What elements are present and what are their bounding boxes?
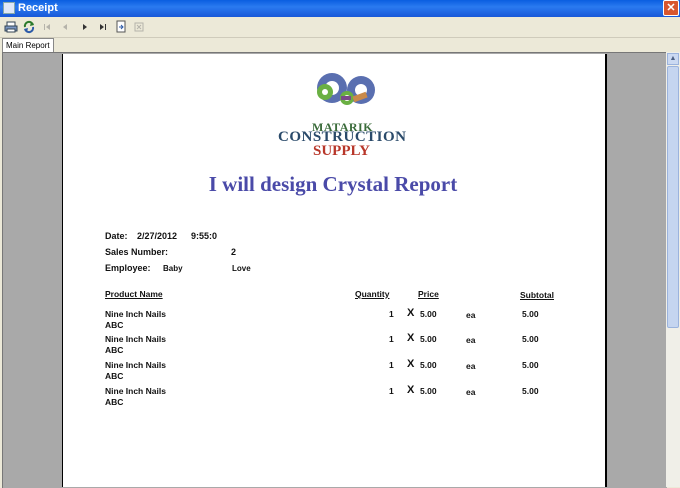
col-quantity: Quantity xyxy=(355,289,390,299)
times-sign: X xyxy=(407,307,415,319)
date-label: Date: xyxy=(105,231,128,241)
price: 5.00 xyxy=(420,360,437,370)
product-name: Nine Inch Nails xyxy=(105,309,166,319)
product-name: Nine Inch Nails xyxy=(105,386,166,396)
toolbar xyxy=(0,17,680,38)
next-page-icon[interactable] xyxy=(78,20,92,34)
quantity: 1 xyxy=(389,309,394,319)
previous-page-icon[interactable] xyxy=(58,20,72,34)
last-page-icon[interactable] xyxy=(96,20,110,34)
subtotal: 5.00 xyxy=(522,386,539,396)
goto-page-icon[interactable] xyxy=(114,20,128,34)
close-button[interactable]: ✕ xyxy=(663,0,679,16)
unit: ea xyxy=(466,387,476,397)
unit: ea xyxy=(466,361,476,371)
date-value: 2/27/2012 xyxy=(137,231,178,241)
price: 5.00 xyxy=(420,386,437,396)
first-page-icon[interactable] xyxy=(40,20,54,34)
scroll-thumb[interactable] xyxy=(667,66,679,328)
product-sub: ABC xyxy=(105,320,124,330)
quantity: 1 xyxy=(389,386,394,396)
time-value: 9:55:0 xyxy=(191,231,218,241)
price: 5.00 xyxy=(420,334,437,344)
subtotal: 5.00 xyxy=(522,334,539,344)
report-title: I will design Crystal Report xyxy=(208,172,458,196)
col-subtotal: Subtotal xyxy=(520,290,554,300)
title-bar: Receipt ✕ xyxy=(0,0,680,17)
product-sub: ABC xyxy=(105,371,124,381)
col-price: Price xyxy=(418,289,439,299)
employee-last-name: Love xyxy=(232,264,251,273)
unit: ea xyxy=(466,335,476,345)
vertical-scrollbar[interactable]: ▲ xyxy=(666,52,680,487)
times-sign: X xyxy=(407,332,415,344)
tab-row: Main Report xyxy=(0,38,680,52)
times-sign: X xyxy=(407,358,415,370)
print-icon[interactable] xyxy=(4,20,18,34)
close-view-icon[interactable] xyxy=(132,20,146,34)
refresh-icon[interactable] xyxy=(22,20,36,34)
window-title: Receipt xyxy=(18,2,58,14)
product-name: Nine Inch Nails xyxy=(105,334,166,344)
employee-label: Employee: xyxy=(105,263,151,273)
tab-main-report[interactable]: Main Report xyxy=(2,38,54,52)
quantity: 1 xyxy=(389,334,394,344)
col-product-name: Product Name xyxy=(105,289,163,299)
product-name: Nine Inch Nails xyxy=(105,360,166,370)
logo-gears-icon xyxy=(305,68,385,120)
subtotal: 5.00 xyxy=(522,360,539,370)
price: 5.00 xyxy=(420,309,437,319)
unit: ea xyxy=(466,310,476,320)
sales-number-value: 2 xyxy=(231,247,237,257)
scroll-up-icon[interactable]: ▲ xyxy=(667,53,679,65)
logo-line-3: Supply xyxy=(313,143,370,159)
employee-first-name: Baby xyxy=(163,264,183,273)
product-sub: ABC xyxy=(105,345,124,355)
subtotal: 5.00 xyxy=(522,309,539,319)
sales-number-label: Sales Number: xyxy=(105,247,169,257)
app-icon xyxy=(3,2,15,14)
quantity: 1 xyxy=(389,360,394,370)
product-sub: ABC xyxy=(105,397,124,407)
times-sign: X xyxy=(407,384,415,396)
